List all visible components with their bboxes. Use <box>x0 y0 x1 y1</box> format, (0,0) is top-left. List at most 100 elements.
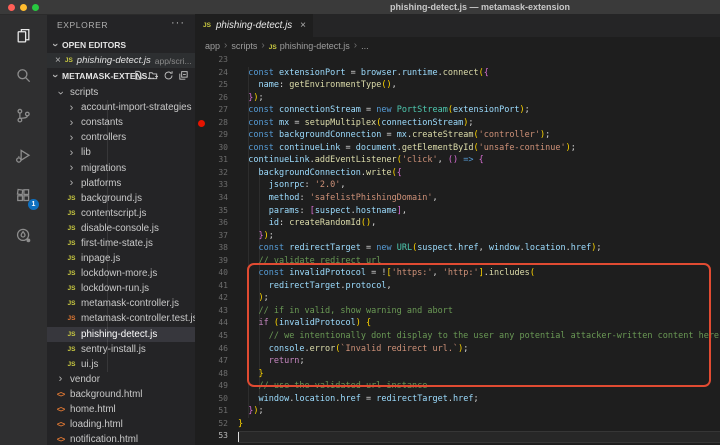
line-number[interactable]: 53 <box>195 430 238 443</box>
tree-item-lockdown-more-js[interactable]: JSlockdown-more.js <box>47 266 195 281</box>
line-number[interactable]: 42 <box>195 292 238 305</box>
macos-close-button[interactable] <box>8 4 15 11</box>
line-number[interactable]: 37 <box>195 230 238 243</box>
tree-item-scripts[interactable]: ›scripts <box>47 85 195 100</box>
tree-item-lockdown-run-js[interactable]: JSlockdown-run.js <box>47 281 195 296</box>
tree-item-phishing-detect-js[interactable]: JSphishing-detect.js <box>47 327 195 342</box>
tree-item-lib[interactable]: ›lib <box>47 145 195 160</box>
code-line: }); <box>238 405 720 418</box>
tree-item-contentscript-js[interactable]: JScontentscript.js <box>47 206 195 221</box>
line-number[interactable]: 39 <box>195 255 238 268</box>
extensions-icon[interactable]: 1 <box>0 175 47 215</box>
tree-item-label: controllers <box>81 132 126 143</box>
js-file-icon: JS <box>66 270 77 277</box>
line-number[interactable]: 36 <box>195 217 238 230</box>
code-lines[interactable]: const extensionPort = browser.runtime.co… <box>238 54 720 443</box>
chevron-down-icon: › <box>57 87 65 98</box>
chevron-down-icon: › <box>51 72 59 80</box>
tree-item-sentry-install-js[interactable]: JSsentry-install.js <box>47 342 195 357</box>
tab-close-icon[interactable]: × <box>300 20 306 31</box>
line-number[interactable]: 43 <box>195 305 238 318</box>
line-number[interactable]: 35 <box>195 205 238 218</box>
tree-item-constants[interactable]: ›constants <box>47 115 195 130</box>
traffic-lights <box>8 4 39 11</box>
close-icon[interactable]: × <box>55 55 61 66</box>
line-number[interactable]: 52 <box>195 418 238 431</box>
tree-item-inpage-js[interactable]: JSinpage.js <box>47 251 195 266</box>
refresh-icon[interactable] <box>163 70 174 81</box>
line-number[interactable]: 23 <box>195 54 238 67</box>
line-number[interactable]: 46 <box>195 343 238 356</box>
new-folder-icon[interactable] <box>148 70 159 81</box>
breadcrumb-item[interactable]: ... <box>361 41 369 51</box>
tree-item-vendor[interactable]: ›vendor <box>47 372 195 387</box>
line-number[interactable]: 40 <box>195 267 238 280</box>
workspace-section[interactable]: › METAMASK-EXTENS... <box>47 68 195 84</box>
html-file-icon: <> <box>55 435 66 444</box>
line-number[interactable]: 32 <box>195 167 238 180</box>
code-line: } <box>238 368 720 381</box>
js-file-icon: JS <box>66 225 77 232</box>
line-number[interactable]: 45 <box>195 330 238 343</box>
tree-item-notification-html[interactable]: <>notification.html <box>47 432 195 445</box>
line-number[interactable]: 24 <box>195 67 238 80</box>
line-number[interactable]: 28 <box>195 117 238 130</box>
explorer-icon[interactable] <box>0 15 47 55</box>
line-number-gutter[interactable]: 2324252627282930313233343536373839404142… <box>195 54 238 443</box>
breadcrumb-item[interactable]: scripts <box>231 41 257 51</box>
tree-item-background-js[interactable]: JSbackground.js <box>47 191 195 206</box>
new-file-icon[interactable] <box>133 70 144 81</box>
macos-zoom-button[interactable] <box>32 4 39 11</box>
line-number[interactable]: 30 <box>195 142 238 155</box>
tree-item-controllers[interactable]: ›controllers <box>47 130 195 145</box>
tree-item-label: platforms <box>81 178 121 189</box>
extension-plugin-icon[interactable] <box>0 215 47 255</box>
tree-item-metamask-controller-js[interactable]: JSmetamask-controller.js <box>47 296 195 311</box>
line-number[interactable]: 27 <box>195 104 238 117</box>
breadcrumb-separator: › <box>354 40 357 51</box>
line-number[interactable]: 25 <box>195 79 238 92</box>
code-line: console.error(`Invalid redirect url.`); <box>238 343 720 356</box>
tree-item-home-html[interactable]: <>home.html <box>47 402 195 417</box>
line-number[interactable]: 49 <box>195 380 238 393</box>
line-number[interactable]: 33 <box>195 179 238 192</box>
line-number[interactable]: 34 <box>195 192 238 205</box>
collapse-all-icon[interactable] <box>178 70 189 81</box>
line-number[interactable]: 41 <box>195 280 238 293</box>
line-number[interactable]: 26 <box>195 92 238 105</box>
breadcrumb-item[interactable]: JSphishing-detect.js <box>269 41 350 51</box>
more-actions-icon[interactable]: ··· <box>171 17 185 29</box>
tree-item-account-import-strategies[interactable]: ›account-import-strategies <box>47 100 195 115</box>
tree-item-disable-console-js[interactable]: JSdisable-console.js <box>47 221 195 236</box>
line-number[interactable]: 31 <box>195 154 238 167</box>
open-editor-filename[interactable]: phishing-detect.js <box>77 55 151 66</box>
source-control-icon[interactable] <box>0 95 47 135</box>
line-number[interactable]: 44 <box>195 317 238 330</box>
tree-item-platforms[interactable]: ›platforms <box>47 176 195 191</box>
tree-item-background-html[interactable]: <>background.html <box>47 387 195 402</box>
search-icon[interactable] <box>0 55 47 95</box>
tree-item-metamask-controller-test-js[interactable]: JSmetamask-controller.test.js <box>47 311 195 326</box>
line-number[interactable]: 51 <box>195 405 238 418</box>
chevron-right-icon: › <box>66 119 77 127</box>
title-bar: phishing-detect.js — metamask-extension <box>0 0 720 15</box>
macos-minimize-button[interactable] <box>20 4 27 11</box>
line-number[interactable]: 29 <box>195 129 238 142</box>
run-debug-icon[interactable] <box>0 135 47 175</box>
tree-item-migrations[interactable]: ›migrations <box>47 160 195 175</box>
breakpoint-icon[interactable] <box>198 120 205 127</box>
chevron-down-icon: › <box>51 41 59 49</box>
open-editor-item[interactable]: ×JSphishing-detect.jsapp/scri... <box>47 53 195 68</box>
tree-item-loading-html[interactable]: <>loading.html <box>47 417 195 432</box>
line-number[interactable]: 48 <box>195 368 238 381</box>
code-area[interactable]: 2324252627282930313233343536373839404142… <box>195 54 720 445</box>
breadcrumb-item[interactable]: app <box>205 41 220 51</box>
tree-item-first-time-state-js[interactable]: JSfirst-time-state.js <box>47 236 195 251</box>
tree-item-ui-js[interactable]: JSui.js <box>47 357 195 372</box>
line-number[interactable]: 38 <box>195 242 238 255</box>
open-editors-section[interactable]: › OPEN EDITORS <box>47 37 195 53</box>
tab-phishing-detect[interactable]: JS phishing-detect.js × <box>195 14 314 37</box>
line-number[interactable]: 47 <box>195 355 238 368</box>
line-number[interactable]: 50 <box>195 393 238 406</box>
code-line: redirectTarget.protocol, <box>238 280 720 293</box>
